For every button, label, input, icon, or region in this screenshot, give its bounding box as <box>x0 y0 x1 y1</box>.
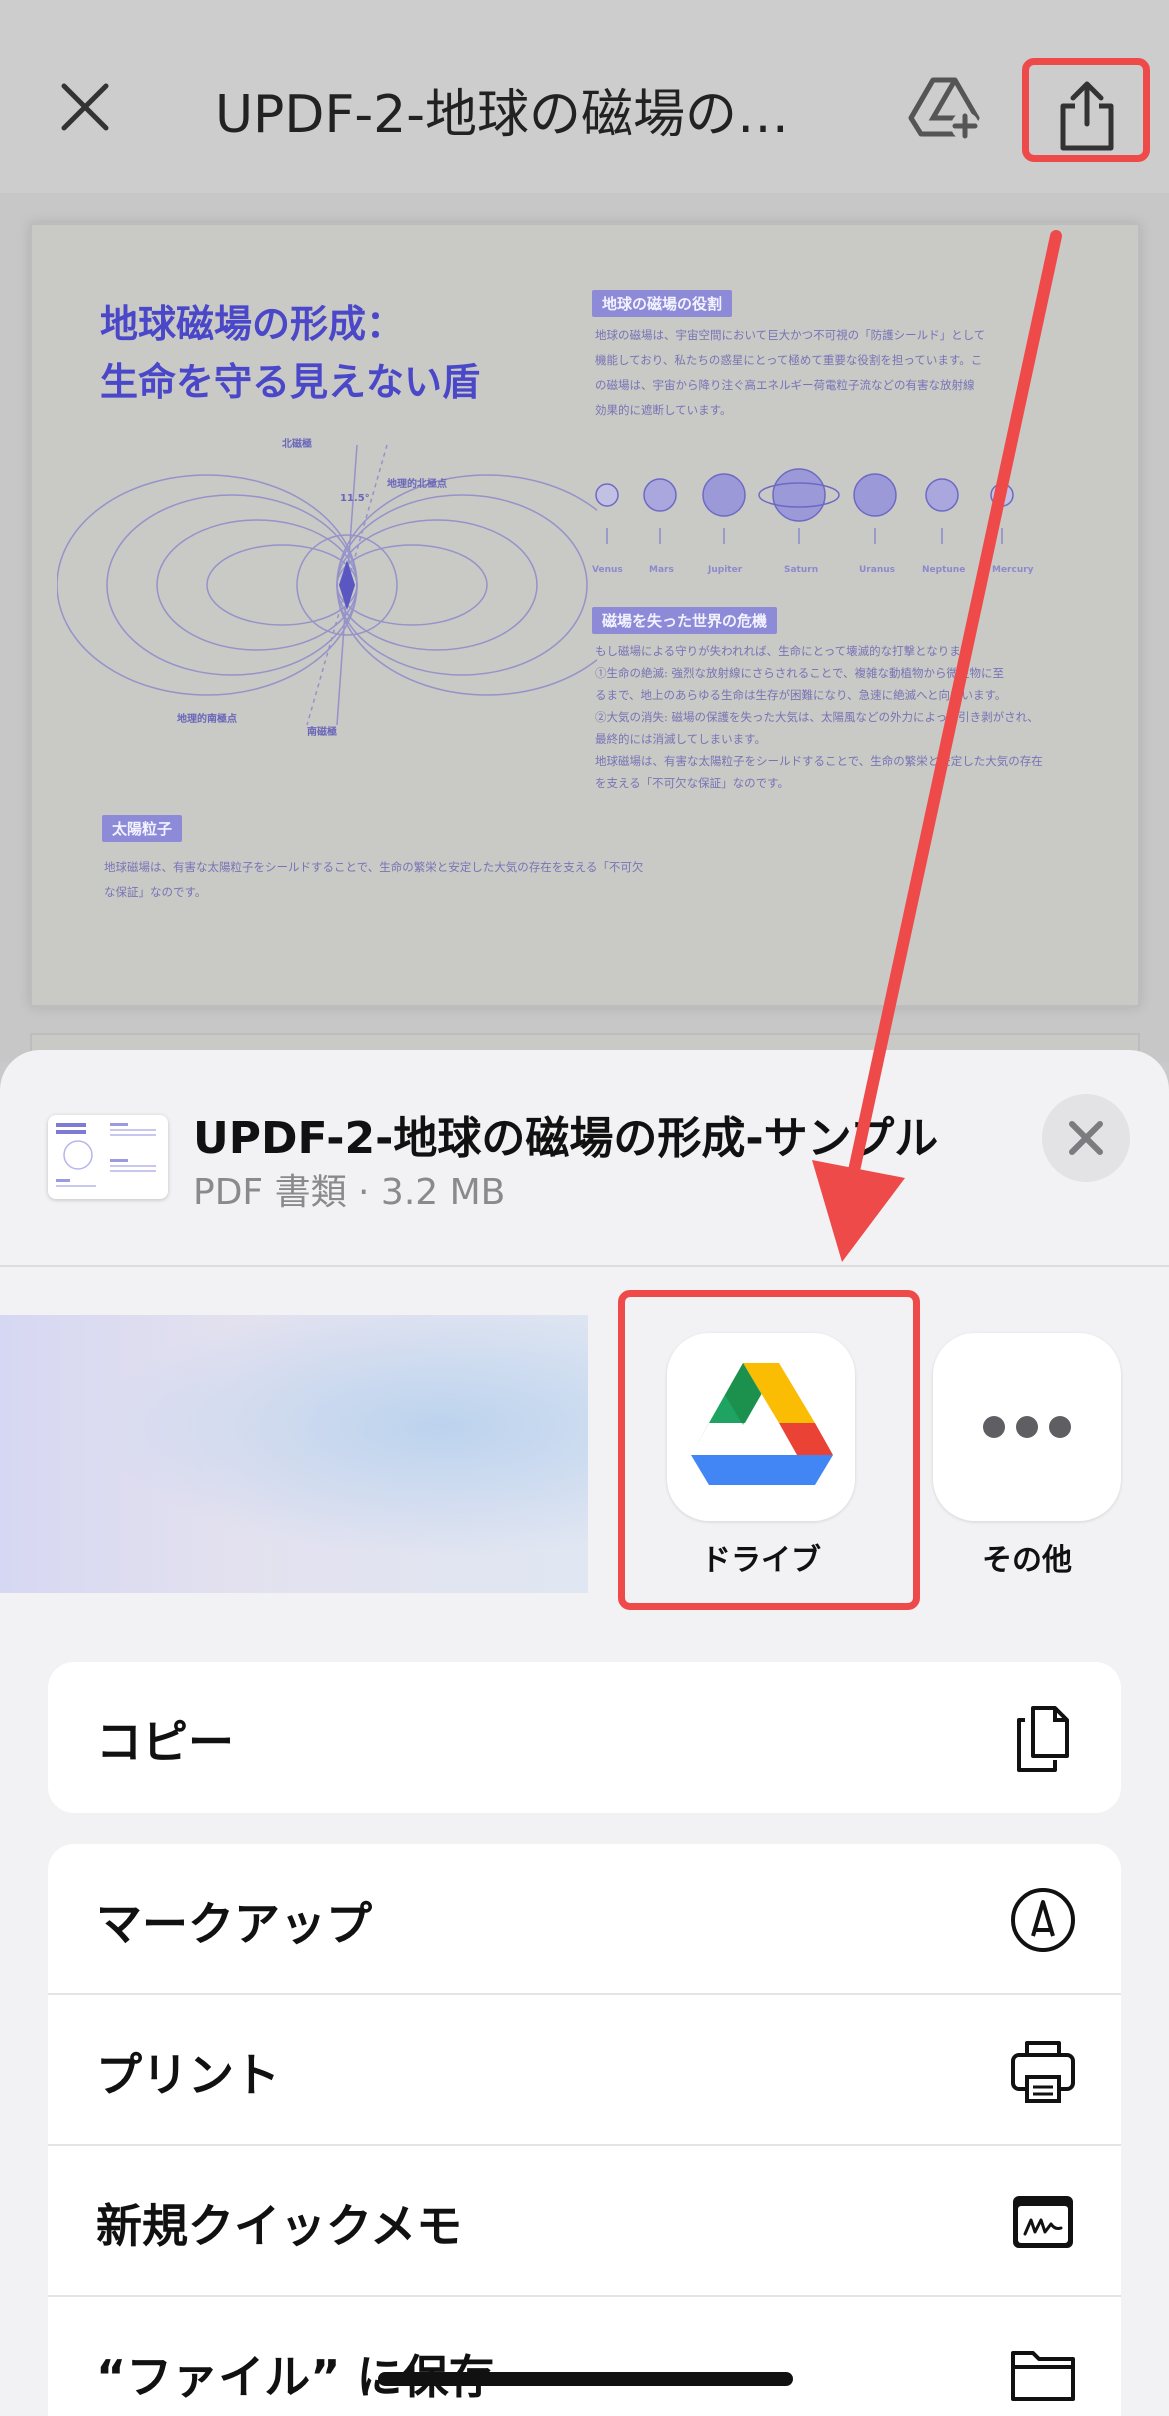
action-markup[interactable]: マークアップ <box>48 1844 1121 1995</box>
section-solar-label: 太陽粒子 <box>102 815 183 842</box>
dot <box>1016 1416 1038 1438</box>
label-north-magnetic: 北磁極 <box>282 439 312 450</box>
crisis-text-line: ②大気の消失: 磁場の保護を失った大気は、太陽風などの外力によって引き剥がされ、 <box>595 710 1039 724</box>
close-button[interactable] <box>1042 1094 1130 1182</box>
print-icon <box>1011 2041 1075 2103</box>
planet-label: Mercury <box>992 565 1034 575</box>
crisis-text-line: るまで、地上のあらゆる生命は生存が困難になり、急速に絶滅へと向かいます。 <box>595 688 1007 702</box>
action-label: マークアップ <box>96 1897 372 1951</box>
thumbnail-preview <box>56 1123 156 1187</box>
close-icon[interactable] <box>50 72 120 142</box>
label-south-magnetic: 南磁極 <box>307 727 337 738</box>
section-role-label: 地球の磁場の役割 <box>592 290 733 317</box>
planet-label: Uranus <box>859 565 895 575</box>
label-geo-north: 地理的北極点 <box>387 479 447 490</box>
page-title: 地球磁場の形成： 生命を守る見えない盾 <box>100 295 480 411</box>
magnetic-field-diagram <box>57 444 597 725</box>
close-icon <box>1069 1121 1103 1155</box>
role-text-line: 機能しており、私たちの惑星にとって極めて重要な役割を担っています。こ <box>595 353 983 367</box>
drive-add-icon[interactable] <box>905 72 983 142</box>
page-title-line1: 地球磁場の形成： <box>100 302 405 346</box>
copy-icon <box>1017 1706 1069 1772</box>
folder-icon <box>1011 2351 1075 2401</box>
top-toolbar: UPDF-2-地球の磁場の… <box>0 0 1169 193</box>
page-title-line2: 生命を守る見えない盾 <box>100 360 481 404</box>
role-text-line: 効果的に遮断しています。 <box>595 403 732 417</box>
dot <box>1049 1416 1071 1438</box>
action-label: プリント <box>96 2048 280 2102</box>
drive-highlight <box>618 1290 920 1610</box>
more-icon <box>933 1333 1121 1521</box>
action-group-1: コピー <box>48 1662 1121 1813</box>
file-name: UPDF-2-地球の磁場の形成-サンプル <box>193 1113 939 1164</box>
role-text: 地球の磁場は、宇宙空間において巨大かつ不可視の「防護シールド」として 機能してお… <box>595 323 985 423</box>
file-thumbnail <box>48 1115 168 1199</box>
crisis-text-line: 地球磁場は、有害な太陽粒子をシールドすることで、生命の繁栄と安定した大気の存在 <box>595 754 1043 768</box>
planet-label: Saturn <box>784 565 819 575</box>
pdf-page: 地球磁場の形成： 生命を守る見えない盾 北磁極 地理的北極点 11.5° 地理的… <box>30 223 1140 1007</box>
planet-label: Venus <box>592 565 623 575</box>
markup-icon <box>1011 1888 1075 1952</box>
action-label: コピー <box>96 1715 234 1769</box>
label-angle: 11.5° <box>340 493 370 504</box>
document-title: UPDF-2-地球の磁場の… <box>215 85 789 145</box>
planet-label: Neptune <box>922 565 966 575</box>
file-meta: PDF 書類 · 3.2 MB <box>193 1172 506 1213</box>
share-sheet: UPDF-2-地球の磁場の形成-サンプル PDF 書類 · 3.2 MB ドライ… <box>0 1050 1169 2416</box>
action-group-2: マークアップ プリント 新規クイックメモ “ファイル” に保存 <box>48 1844 1121 2416</box>
planet-label: Jupiter <box>708 565 743 575</box>
divider <box>0 1265 1169 1267</box>
role-text-line: の磁場は、宇宙から降り注ぐ高エネルギー荷電粒子流などの有害な放射線 <box>595 378 975 392</box>
quick-note-icon <box>1013 2196 1073 2248</box>
planets-diagram <box>595 468 1014 544</box>
solar-text: 地球磁場は、有害な太陽粒子をシールドすることで、生命の繁栄と安定した大気の存在を… <box>104 855 643 905</box>
home-indicator[interactable] <box>378 2372 793 2386</box>
solar-text-line: な保証」なのです。 <box>104 885 207 899</box>
crisis-text-line: ①生命の絶滅: 強烈な放射線にさらされることで、複雑な動植物から微生物に至 <box>595 666 1004 680</box>
crisis-text-line: を支える「不可欠な保証」なのです。 <box>595 776 790 790</box>
planet-label: Mars <box>649 565 674 575</box>
action-label: 新規クイックメモ <box>96 2199 463 2253</box>
crisis-text-line: もし磁場による守りが失われれば、生命にとって壊滅的な打撃となります <box>595 644 973 658</box>
blurred-contact-suggestion[interactable] <box>0 1315 588 1593</box>
action-save-to-files[interactable]: “ファイル” に保存 <box>48 2297 1121 2416</box>
app-label-more: その他 <box>982 1543 1072 1578</box>
share-button-highlight <box>1022 58 1150 162</box>
label-geo-south: 地理的南極点 <box>177 714 237 725</box>
action-print[interactable]: プリント <box>48 1995 1121 2146</box>
action-copy[interactable]: コピー <box>48 1662 1121 1813</box>
crisis-text: もし磁場による守りが失われれば、生命にとって壊滅的な打撃となります ①生命の絶滅… <box>595 640 1043 794</box>
crisis-text-line: 最終的には消滅してしまいます。 <box>595 732 767 746</box>
document-preview[interactable]: 地球磁場の形成： 生命を守る見えない盾 北磁極 地理的北極点 11.5° 地理的… <box>0 193 1169 1073</box>
section-crisis-label: 磁場を失った世界の危機 <box>592 607 778 634</box>
role-text-line: 地球の磁場は、宇宙空間において巨大かつ不可視の「防護シールド」として <box>595 328 986 342</box>
action-quick-note[interactable]: 新規クイックメモ <box>48 2146 1121 2297</box>
solar-text-line: 地球磁場は、有害な太陽粒子をシールドすることで、生命の繁栄と安定した大気の存在を… <box>104 860 644 874</box>
dot <box>983 1416 1005 1438</box>
